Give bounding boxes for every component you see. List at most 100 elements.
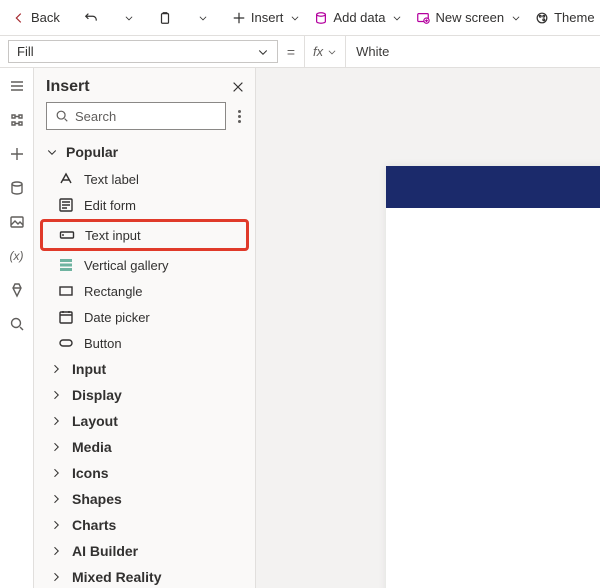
search-input[interactable]: Search (46, 102, 226, 130)
left-rail: (x) (0, 68, 34, 588)
screen-header-rect[interactable] (386, 166, 600, 208)
item-button-text: Button (84, 336, 122, 351)
chevron-right-icon (50, 441, 62, 453)
data-rail-icon[interactable] (9, 180, 25, 196)
cat-input[interactable]: Input (34, 356, 255, 382)
variables-rail-icon[interactable]: (x) (9, 248, 25, 264)
more-options-button[interactable] (234, 106, 245, 127)
tree-view-icon[interactable] (9, 112, 25, 128)
cat-mixed-reality[interactable]: Mixed Reality (34, 564, 255, 588)
cat-layout[interactable]: Layout (34, 408, 255, 434)
back-label: Back (31, 10, 60, 25)
fx-label: fx (313, 44, 323, 59)
cat-display[interactable]: Display (34, 382, 255, 408)
cat-media-label: Media (72, 439, 112, 455)
formula-value: White (356, 44, 389, 59)
item-text-input-text: Text input (85, 228, 141, 243)
cat-layout-label: Layout (72, 413, 118, 429)
item-vertical-gallery-text: Vertical gallery (84, 258, 169, 273)
cat-icons[interactable]: Icons (34, 460, 255, 486)
app-screen[interactable] (386, 166, 600, 588)
item-rectangle[interactable]: Rectangle (34, 278, 255, 304)
item-date-picker-text: Date picker (84, 310, 150, 325)
chevron-down-icon (124, 13, 134, 23)
item-button[interactable]: Button (34, 330, 255, 356)
add-data-menu[interactable]: Add data (308, 6, 408, 29)
item-date-picker[interactable]: Date picker (34, 304, 255, 330)
undo-icon (84, 11, 98, 25)
new-screen-menu[interactable]: New screen (410, 6, 527, 29)
rectangle-icon (58, 283, 74, 299)
cat-ai-builder[interactable]: AI Builder (34, 538, 255, 564)
cat-mixed-reality-label: Mixed Reality (72, 569, 161, 585)
panel-title: Insert (46, 78, 90, 96)
insert-tree: Popular Text label Edit form Text input … (34, 138, 255, 588)
paste-split[interactable] (190, 9, 214, 27)
formula-bar: Fill = fx White (0, 36, 600, 68)
chevron-right-icon (50, 545, 62, 557)
property-name: Fill (17, 44, 34, 59)
canvas[interactable] (256, 68, 600, 588)
theme-icon (535, 11, 549, 25)
chevron-right-icon (50, 467, 62, 479)
cat-media[interactable]: Media (34, 434, 255, 460)
chevron-down-icon (257, 46, 269, 58)
new-screen-label: New screen (435, 10, 504, 25)
add-data-label: Add data (333, 10, 385, 25)
paste-icon (158, 11, 172, 25)
item-text-input[interactable]: Text input (40, 219, 249, 251)
cat-shapes[interactable]: Shapes (34, 486, 255, 512)
chevron-down-icon (392, 13, 402, 23)
media-rail-icon[interactable] (9, 214, 25, 230)
insert-menu[interactable]: Insert (226, 6, 307, 29)
search-icon (55, 109, 69, 123)
cat-shapes-label: Shapes (72, 491, 122, 507)
cat-charts[interactable]: Charts (34, 512, 255, 538)
advanced-tools-icon[interactable] (9, 282, 25, 298)
text-label-icon (58, 171, 74, 187)
vertical-gallery-icon (58, 257, 74, 273)
chevron-down-icon (46, 146, 58, 158)
chevron-down-icon (511, 13, 521, 23)
group-popular-label: Popular (66, 144, 118, 160)
hamburger-icon[interactable] (9, 78, 25, 94)
cat-charts-label: Charts (72, 517, 116, 533)
fx-button[interactable]: fx (304, 36, 346, 67)
chevron-down-icon (198, 13, 208, 23)
undo-button[interactable] (78, 7, 104, 29)
item-edit-form-text: Edit form (84, 198, 136, 213)
cat-ai-builder-label: AI Builder (72, 543, 138, 559)
chevron-right-icon (50, 415, 62, 427)
item-text-label-text: Text label (84, 172, 139, 187)
database-icon (314, 11, 328, 25)
panel-header: Insert (34, 68, 255, 102)
item-text-label[interactable]: Text label (34, 166, 255, 192)
item-edit-form[interactable]: Edit form (34, 192, 255, 218)
arrow-left-icon (12, 11, 26, 25)
insert-rail-icon[interactable] (9, 146, 25, 162)
theme-label: Theme (554, 10, 594, 25)
close-icon[interactable] (231, 80, 245, 94)
chevron-right-icon (50, 389, 62, 401)
date-picker-icon (58, 309, 74, 325)
undo-split[interactable] (116, 9, 140, 27)
cat-display-label: Display (72, 387, 122, 403)
paste-button[interactable] (152, 7, 178, 29)
insert-panel: Insert Search Popular Text label Edit fo… (34, 68, 256, 588)
search-placeholder: Search (75, 109, 116, 124)
equals-sign: = (278, 36, 304, 67)
app-body: (x) Insert Search Popular (0, 68, 600, 588)
chevron-right-icon (50, 363, 62, 375)
group-popular[interactable]: Popular (34, 138, 255, 166)
chevron-right-icon (50, 519, 62, 531)
theme-menu[interactable]: Theme (529, 6, 600, 29)
edit-form-icon (58, 197, 74, 213)
search-rail-icon[interactable] (9, 316, 25, 332)
back-button[interactable]: Back (6, 6, 66, 29)
property-selector[interactable]: Fill (8, 40, 278, 63)
item-vertical-gallery[interactable]: Vertical gallery (34, 252, 255, 278)
chevron-right-icon (50, 493, 62, 505)
text-input-icon (59, 227, 75, 243)
chevron-down-icon (327, 47, 337, 57)
formula-input[interactable]: White (346, 36, 600, 67)
